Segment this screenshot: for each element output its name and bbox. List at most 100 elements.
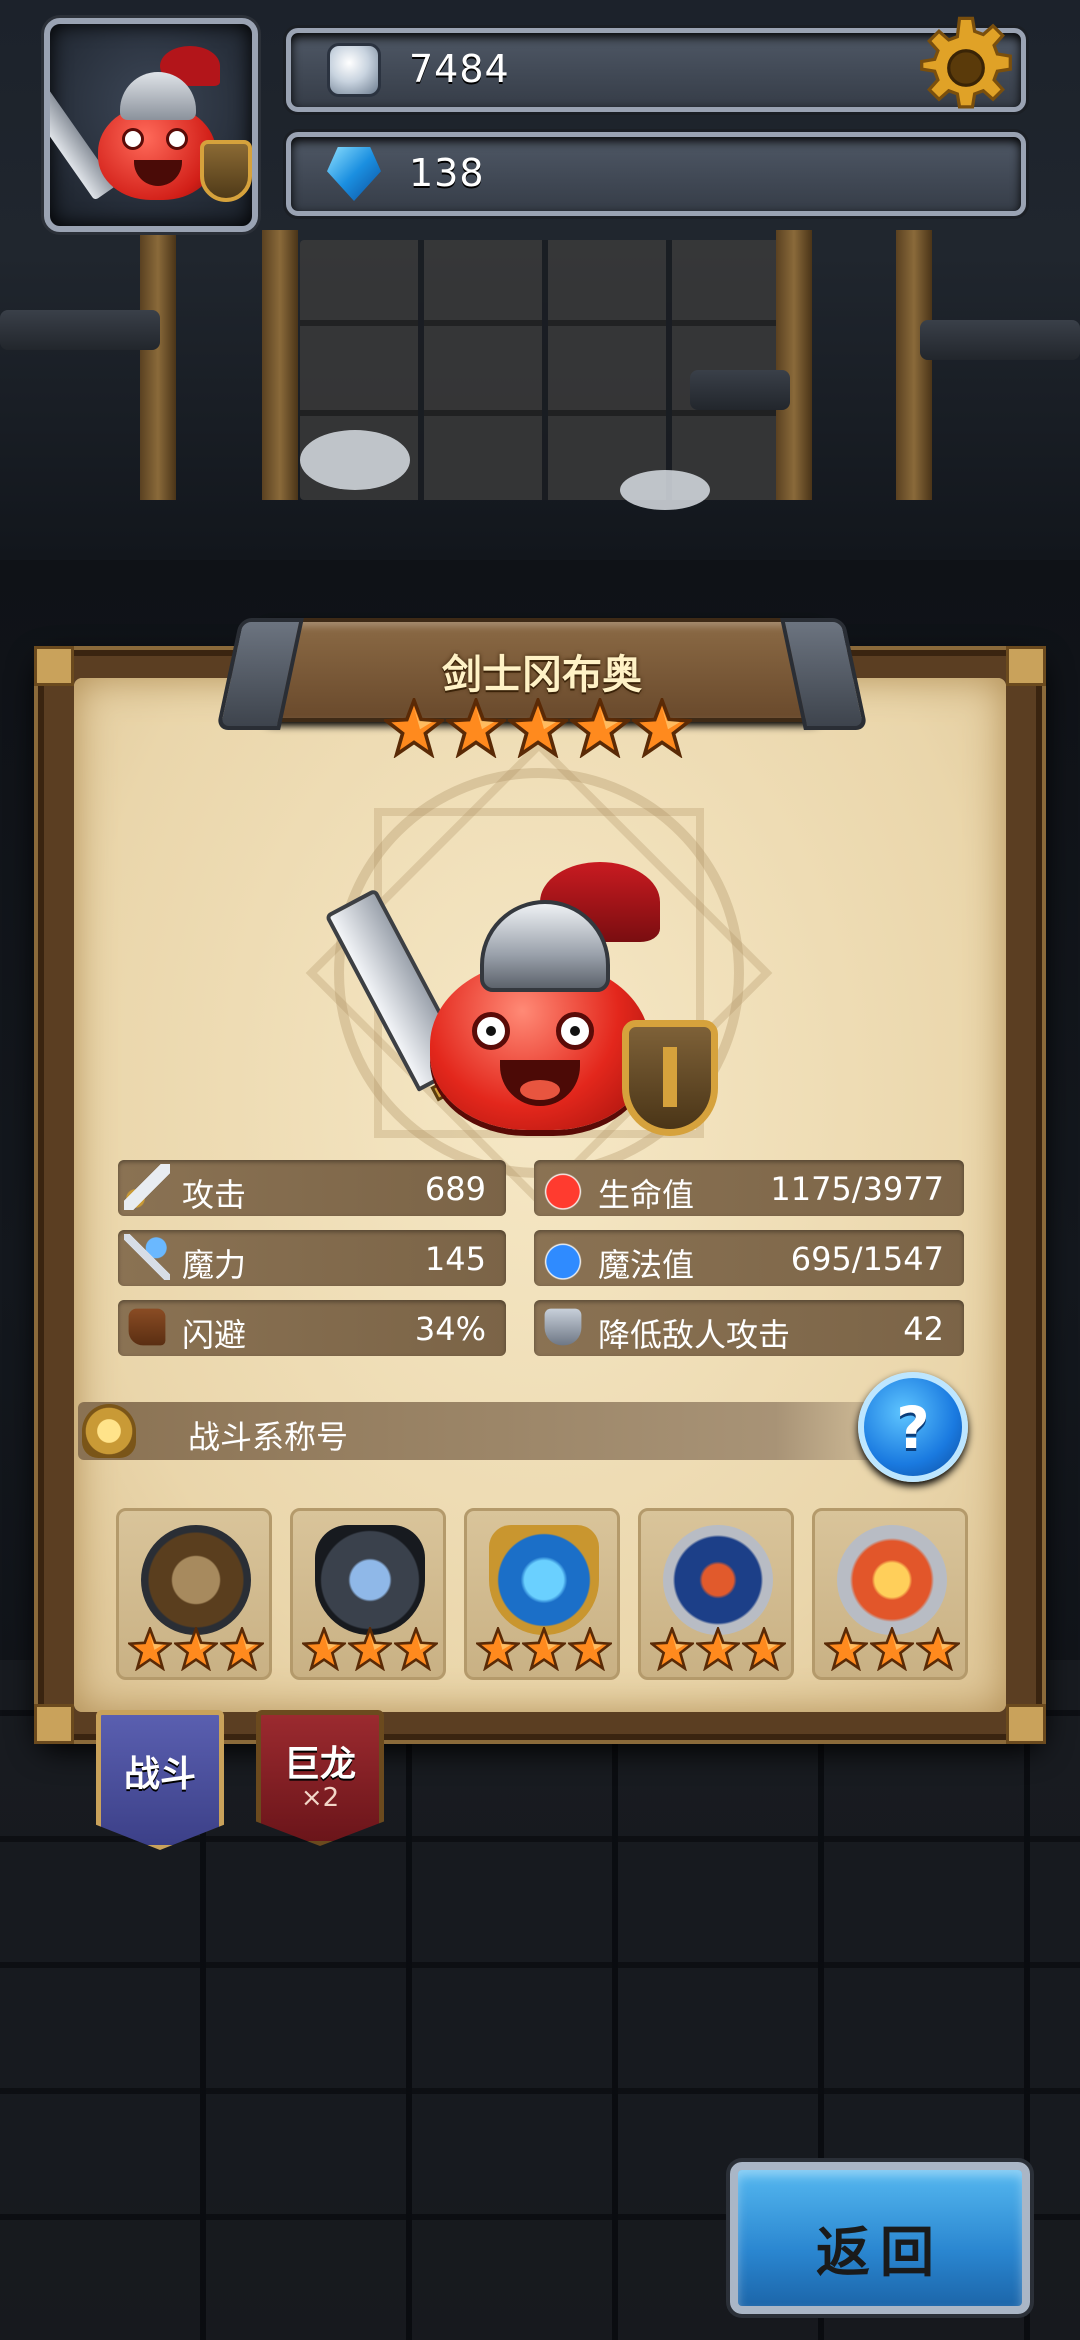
stat-value: 1175/3977 (770, 1170, 944, 1208)
question-mark-icon: ? (896, 1394, 930, 1462)
stat-value: 42 (903, 1310, 944, 1348)
star-icon (300, 1625, 348, 1672)
pipe (690, 370, 790, 410)
star-icon (648, 1625, 696, 1672)
stat-label: 降低敌人攻击 (598, 1316, 791, 1354)
star-icon (443, 695, 509, 759)
red-potion-icon (540, 1164, 586, 1210)
laurel-sword-crest-icon (663, 1525, 773, 1635)
star-icon (694, 1625, 742, 1672)
combat-title-row[interactable]: 战斗系称号 (78, 1402, 950, 1460)
blue-gem-icon (327, 147, 381, 201)
star-icon (629, 695, 695, 759)
star-icon (822, 1625, 870, 1672)
player-avatar[interactable] (44, 18, 258, 232)
equipment-slot[interactable] (290, 1508, 446, 1680)
back-button[interactable]: 返回 (730, 2162, 1030, 2314)
panel-corner (34, 646, 74, 686)
tab-label: 巨龙 (283, 1744, 356, 1785)
equipment-slot[interactable] (464, 1508, 620, 1680)
equipment-slot[interactable] (812, 1508, 968, 1680)
snow-pile (620, 470, 710, 510)
sword-icon (124, 1164, 170, 1210)
wooden-pillar (262, 230, 298, 500)
wooden-pillar (896, 230, 932, 500)
avatar-eye (166, 128, 188, 150)
gem-value: 138 (409, 151, 485, 195)
equipment-slot[interactable] (638, 1508, 794, 1680)
wooden-pillar (776, 230, 812, 500)
pipe (0, 310, 160, 350)
stat-mp: 魔法值 695/1547 (534, 1230, 964, 1286)
equipment-slot[interactable] (116, 1508, 272, 1680)
gem-counter: 138 (286, 132, 1026, 216)
boot-icon (128, 1308, 166, 1346)
star-icon (868, 1625, 916, 1672)
avatar-eye (122, 128, 144, 150)
hero-eye (556, 1012, 594, 1050)
stat-label: 魔法值 (598, 1246, 695, 1284)
coin-value: 7484 (409, 47, 510, 91)
star-icon (567, 695, 633, 759)
back-button-label: 返回 (816, 2221, 944, 2284)
panel-corner (34, 1704, 74, 1744)
star-icon (566, 1625, 614, 1672)
star-icon (346, 1625, 394, 1672)
stat-damage-reduction: 降低敌人攻击 42 (534, 1300, 964, 1356)
hero-name: 剑士冈布奥 (442, 652, 642, 698)
blue-potion-icon (540, 1234, 586, 1280)
badge-icon (82, 1404, 136, 1458)
crowned-dragon-crest-icon (837, 1525, 947, 1635)
star-icon (914, 1625, 962, 1672)
silver-coin-icon (327, 43, 381, 97)
gear-icon[interactable] (912, 14, 1020, 122)
shield-icon (544, 1308, 582, 1346)
stat-value: 145 (424, 1240, 486, 1278)
tab-battle[interactable]: 战斗 (96, 1710, 224, 1850)
stat-dodge: 闪避 34% (118, 1300, 506, 1356)
wooden-pillar (140, 230, 176, 500)
spear-steel-shield-icon (315, 1525, 425, 1635)
equipment-stars (469, 1625, 619, 1672)
star-icon (172, 1625, 220, 1672)
combat-title-label: 战斗系称号 (188, 1418, 349, 1456)
stat-hp: 生命值 1175/3977 (534, 1160, 964, 1216)
star-icon (126, 1625, 174, 1672)
snow-pile (300, 430, 410, 490)
equipment-stars (295, 1625, 445, 1672)
stat-value: 34% (414, 1310, 486, 1348)
panel-corner (1006, 1704, 1046, 1744)
stat-magic-power: 魔力 145 (118, 1230, 506, 1286)
hero-star-rating (381, 695, 696, 759)
star-icon (381, 695, 447, 759)
equipment-stars (817, 1625, 967, 1672)
blue-wave-shield-icon (489, 1525, 599, 1635)
star-icon (218, 1625, 266, 1672)
stat-label: 生命值 (598, 1176, 695, 1214)
stat-value: 689 (424, 1170, 486, 1208)
star-icon (474, 1625, 522, 1672)
star-icon (520, 1625, 568, 1672)
pipe (920, 320, 1080, 360)
tab-dragon[interactable]: 巨龙 ×2 (256, 1710, 384, 1846)
tab-sub-label: ×2 (300, 1783, 340, 1813)
stat-label: 闪避 (182, 1316, 247, 1354)
avatar-shield-icon (200, 140, 252, 202)
spear-round-shield-icon (141, 1525, 251, 1635)
equipment-stars (121, 1625, 271, 1672)
hero-eye (472, 1012, 510, 1050)
equipment-stars (643, 1625, 793, 1672)
tab-label: 战斗 (123, 1754, 196, 1795)
star-icon (740, 1625, 788, 1672)
help-button[interactable]: ? (858, 1372, 968, 1482)
wand-icon (124, 1234, 170, 1280)
stat-label: 攻击 (182, 1176, 247, 1214)
stat-value: 695/1547 (790, 1240, 944, 1278)
star-icon (392, 1625, 440, 1672)
stat-attack: 攻击 689 (118, 1160, 506, 1216)
star-icon (505, 695, 571, 759)
panel-corner (1006, 646, 1046, 686)
hero-shield-icon (622, 1020, 718, 1136)
stat-label: 魔力 (182, 1246, 247, 1284)
hero-portrait-art (324, 862, 720, 1150)
